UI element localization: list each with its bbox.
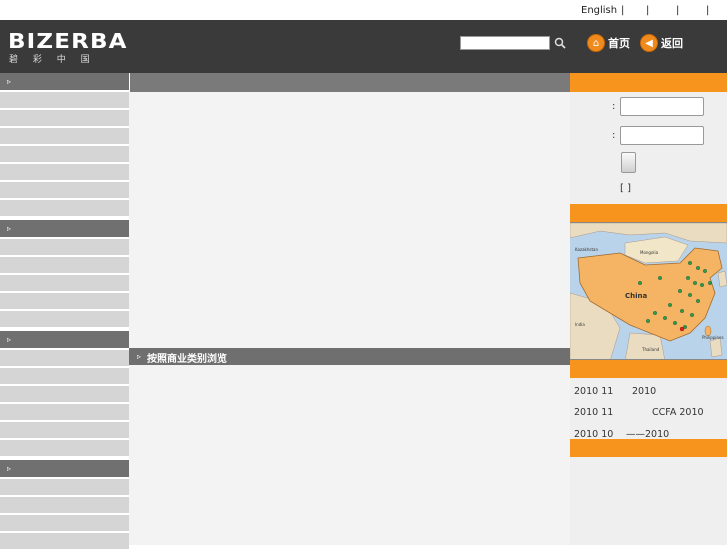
sidebar-item[interactable] <box>0 92 129 109</box>
sidebar-item[interactable] <box>0 368 129 385</box>
home-icon: ⌂ <box>587 34 605 52</box>
search-icon[interactable] <box>553 36 567 50</box>
sidebar-section-header[interactable]: ▹ <box>0 331 129 349</box>
sidebar-item[interactable] <box>0 440 129 457</box>
browse-by-category-bar[interactable]: ▹ 按照商业类别浏览 <box>129 348 570 365</box>
chevron-right-icon: ▹ <box>7 464 12 473</box>
sidebar-section-header[interactable]: ▹ <box>0 460 129 478</box>
news-date: 2010 11 <box>574 386 614 397</box>
sidebar-item[interactable] <box>0 239 129 256</box>
sidebar-item[interactable] <box>0 515 129 532</box>
sidebar-item[interactable] <box>0 257 129 274</box>
separator: | <box>706 5 710 16</box>
register-link[interactable]: [ ] <box>620 183 631 194</box>
map-label-china: China <box>625 292 648 300</box>
sidebar-item[interactable] <box>0 293 129 310</box>
sidebar-item[interactable] <box>0 200 129 217</box>
logo-subtitle: 碧 彩 中 国 <box>9 55 96 65</box>
sidebar-item[interactable] <box>0 404 129 421</box>
sidebar-item[interactable] <box>0 182 129 199</box>
back-arrow-icon: ◀ <box>640 34 658 52</box>
chevron-right-icon: ▹ <box>7 77 12 86</box>
username-label: : <box>612 101 616 112</box>
language-link-english[interactable]: English <box>581 5 617 16</box>
sidebar-item[interactable] <box>0 146 129 163</box>
chevron-right-icon: ▹ <box>7 335 12 344</box>
home-label: 首页 <box>608 37 630 50</box>
sidebar-item[interactable] <box>0 422 129 439</box>
back-label: 返回 <box>661 37 683 50</box>
site-header: BIZERBA 碧 彩 中 国 ⌂ 首页 ◀ 返回 <box>0 20 727 73</box>
sidebar-item[interactable] <box>0 386 129 403</box>
search-input[interactable] <box>460 36 550 50</box>
china-map-image: Mongolia China India Thailand Philippine… <box>570 223 727 359</box>
news-title: CCFA 2010 <box>652 407 704 418</box>
map-header <box>570 204 727 222</box>
map-label-thailand: Thailand <box>641 347 660 352</box>
separator: | <box>621 5 625 16</box>
china-map[interactable]: Mongolia China India Thailand Philippine… <box>570 222 727 360</box>
left-sidebar: ▹ ▹ ▹ ▹ <box>0 73 129 550</box>
sidebar-item[interactable] <box>0 311 129 328</box>
sidebar-item[interactable] <box>0 110 129 127</box>
password-input[interactable] <box>620 126 704 145</box>
browse-by-category-label: 按照商业类别浏览 <box>147 354 227 365</box>
content-header <box>129 73 570 92</box>
news-date: 2010 11 <box>574 407 614 418</box>
password-label: : <box>612 130 616 141</box>
map-label-philippines: Philippines <box>702 335 724 340</box>
bizerba-logo[interactable]: BIZERBA <box>8 29 128 53</box>
login-header <box>570 73 727 92</box>
main-content: ▹ 按照商业类别浏览 <box>129 73 570 545</box>
sidebar-item[interactable] <box>0 164 129 181</box>
sidebar-item[interactable] <box>0 275 129 292</box>
username-input[interactable] <box>620 97 704 116</box>
home-button[interactable]: ⌂ 首页 <box>587 34 630 52</box>
chevron-right-icon: ▹ <box>137 352 142 361</box>
news-title: 2010 <box>632 386 657 397</box>
separator: | <box>646 5 650 16</box>
map-label-kazakhstan: Kazakhstan <box>575 247 599 252</box>
map-label-india: India <box>575 322 585 327</box>
top-bar: English | | | | <box>0 0 727 20</box>
sidebar-item[interactable] <box>0 128 129 145</box>
news-item[interactable]: 2010 11 CCFA 2010 <box>574 407 704 418</box>
news-item[interactable]: 2010 11 2010 <box>574 386 656 397</box>
right-column: : : [ ] Mongolia China India Thailand Ph… <box>570 73 727 545</box>
separator: | <box>676 5 680 16</box>
sidebar-item[interactable] <box>0 350 129 367</box>
sidebar-item[interactable] <box>0 479 129 496</box>
news-header <box>570 360 727 378</box>
sidebar-item[interactable] <box>0 533 129 550</box>
chevron-right-icon: ▹ <box>7 224 12 233</box>
map-label-mongolia: Mongolia <box>640 250 659 255</box>
sidebar-section-header[interactable]: ▹ <box>0 220 129 238</box>
sidebar-item[interactable] <box>0 497 129 514</box>
back-button[interactable]: ◀ 返回 <box>640 34 683 52</box>
footer-orange-bar <box>570 439 727 457</box>
login-button[interactable] <box>621 152 636 173</box>
sidebar-section-header[interactable]: ▹ <box>0 73 129 91</box>
